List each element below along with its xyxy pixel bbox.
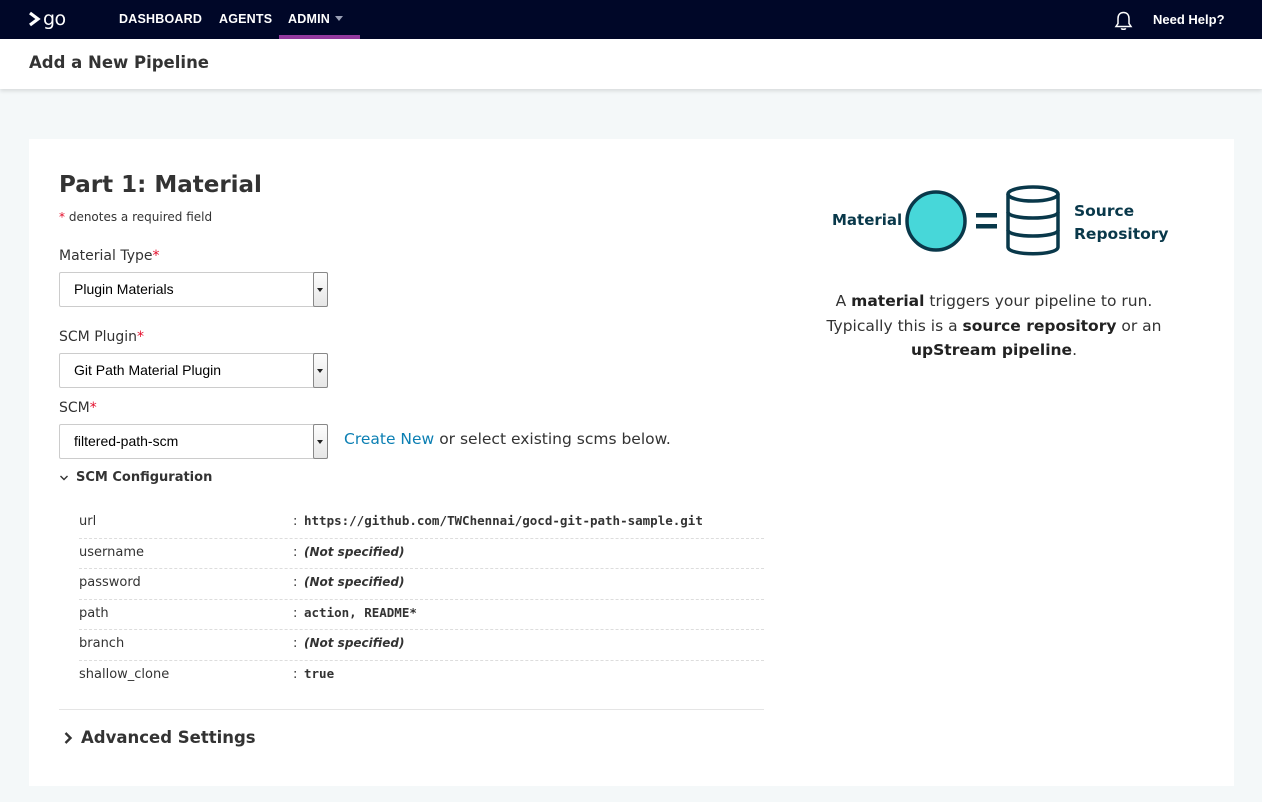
- pipeline-form-card: Part 1: Material * denotes a required fi…: [29, 139, 1234, 786]
- notification-bell-icon[interactable]: [1114, 10, 1133, 32]
- source-line-2: Repository: [1074, 225, 1169, 243]
- config-value: (Not specified): [304, 544, 405, 559]
- nav-dashboard[interactable]: DASHBOARD: [119, 0, 202, 39]
- scm-configuration-label: SCM Configuration: [76, 470, 213, 485]
- illustration-material-label: Material: [832, 211, 903, 229]
- material-type-label: Material Type*: [59, 248, 159, 264]
- go-logo-arrow-icon: [29, 11, 41, 27]
- config-key: password: [79, 575, 141, 590]
- desc-bold: upStream pipeline: [911, 341, 1073, 359]
- material-circle-icon: [905, 190, 967, 252]
- scm-plugin-value: Git Path Material Plugin: [74, 362, 222, 378]
- scm-label-text: SCM: [59, 400, 90, 416]
- required-note-text: denotes a required field: [68, 210, 213, 224]
- dropdown-arrow-icon[interactable]: [313, 424, 328, 459]
- logo-text: go: [43, 8, 66, 30]
- create-new-line: Create New or select existing scms below…: [344, 430, 671, 448]
- config-key: branch: [79, 636, 125, 651]
- scm-plugin-label: SCM Plugin*: [59, 329, 144, 345]
- config-row-shallow-clone: shallow_clone : true: [79, 661, 764, 692]
- scm-configuration-toggle[interactable]: SCM Configuration: [59, 470, 212, 485]
- material-type-label-text: Material Type: [59, 248, 153, 264]
- required-note: * denotes a required field: [59, 210, 212, 224]
- desc-bold: material: [851, 292, 925, 310]
- scm-configuration-table: url : https://github.com/TWChennai/gocd-…: [79, 508, 764, 691]
- create-new-link[interactable]: Create New: [344, 430, 434, 448]
- desc-text: A: [835, 292, 852, 310]
- config-value: (Not specified): [304, 636, 405, 650]
- source-line-1: Source: [1074, 202, 1135, 220]
- config-value: true: [304, 665, 335, 681]
- scm-select[interactable]: filtered-path-scm: [59, 424, 328, 459]
- desc-text: or an: [1116, 316, 1162, 335]
- top-navigation-bar: go DASHBOARD AGENTS ADMIN Need Help?: [0, 0, 1262, 39]
- scm-value: filtered-path-scm: [74, 433, 179, 449]
- divider: [59, 709, 764, 710]
- material-type-select[interactable]: Plugin Materials: [59, 272, 328, 307]
- config-row-path: path : action, README*: [79, 600, 764, 630]
- desc-text: .: [1072, 341, 1077, 359]
- part-title: Part 1: Material: [59, 172, 262, 198]
- database-icon: [1006, 185, 1060, 256]
- equals-icon: [976, 213, 997, 229]
- required-star: *: [137, 329, 145, 345]
- page-title: Add a New Pipeline: [29, 53, 210, 72]
- config-separator: :: [293, 636, 298, 651]
- config-key: username: [79, 544, 144, 560]
- dropdown-arrow-icon[interactable]: [313, 272, 328, 307]
- material-description: A material triggers your pipeline to run…: [809, 289, 1179, 363]
- nav-admin-label: ADMIN: [288, 12, 330, 26]
- advanced-settings-label: Advanced Settings: [81, 728, 256, 747]
- scm-label: SCM*: [59, 400, 97, 416]
- config-separator: :: [293, 514, 298, 529]
- config-value: https://github.com/TWChennai/gocd-git-pa…: [304, 513, 703, 528]
- config-row-url: url : https://github.com/TWChennai/gocd-…: [79, 508, 764, 539]
- config-row-branch: branch : (Not specified): [79, 630, 764, 661]
- config-key: url: [79, 514, 97, 529]
- config-value: action, README*: [304, 604, 417, 620]
- need-help-link[interactable]: Need Help?: [1153, 0, 1225, 39]
- material-type-value: Plugin Materials: [74, 281, 174, 297]
- material-equals-repository-illustration: [905, 185, 1060, 256]
- config-separator: :: [293, 666, 298, 682]
- config-separator: :: [293, 544, 298, 560]
- desc-bold: source repository: [962, 316, 1117, 335]
- chevron-right-icon: [64, 731, 73, 744]
- config-row-password: password : (Not specified): [79, 569, 764, 600]
- config-separator: :: [293, 575, 298, 590]
- illustration-source-repository-label: Source Repository: [1074, 200, 1169, 246]
- config-key: shallow_clone: [79, 666, 170, 682]
- caret-down-icon: [334, 16, 343, 21]
- scm-plugin-label-text: SCM Plugin: [59, 329, 138, 345]
- chevron-down-icon: [60, 475, 68, 480]
- scm-plugin-select[interactable]: Git Path Material Plugin: [59, 353, 328, 388]
- config-row-username: username : (Not specified): [79, 539, 764, 569]
- go-logo[interactable]: go: [28, 7, 66, 31]
- dropdown-arrow-icon[interactable]: [313, 353, 328, 388]
- required-star: *: [89, 400, 97, 416]
- nav-agents[interactable]: AGENTS: [219, 0, 272, 39]
- config-separator: :: [293, 605, 298, 621]
- page-header: Add a New Pipeline: [0, 39, 1262, 89]
- config-value: (Not specified): [304, 575, 405, 589]
- required-star: *: [59, 210, 65, 224]
- create-new-suffix: or select existing scms below.: [439, 430, 671, 448]
- advanced-settings-toggle[interactable]: Advanced Settings: [63, 728, 256, 747]
- nav-admin[interactable]: ADMIN: [279, 0, 360, 39]
- config-key: path: [79, 605, 109, 621]
- required-star: *: [152, 248, 160, 264]
